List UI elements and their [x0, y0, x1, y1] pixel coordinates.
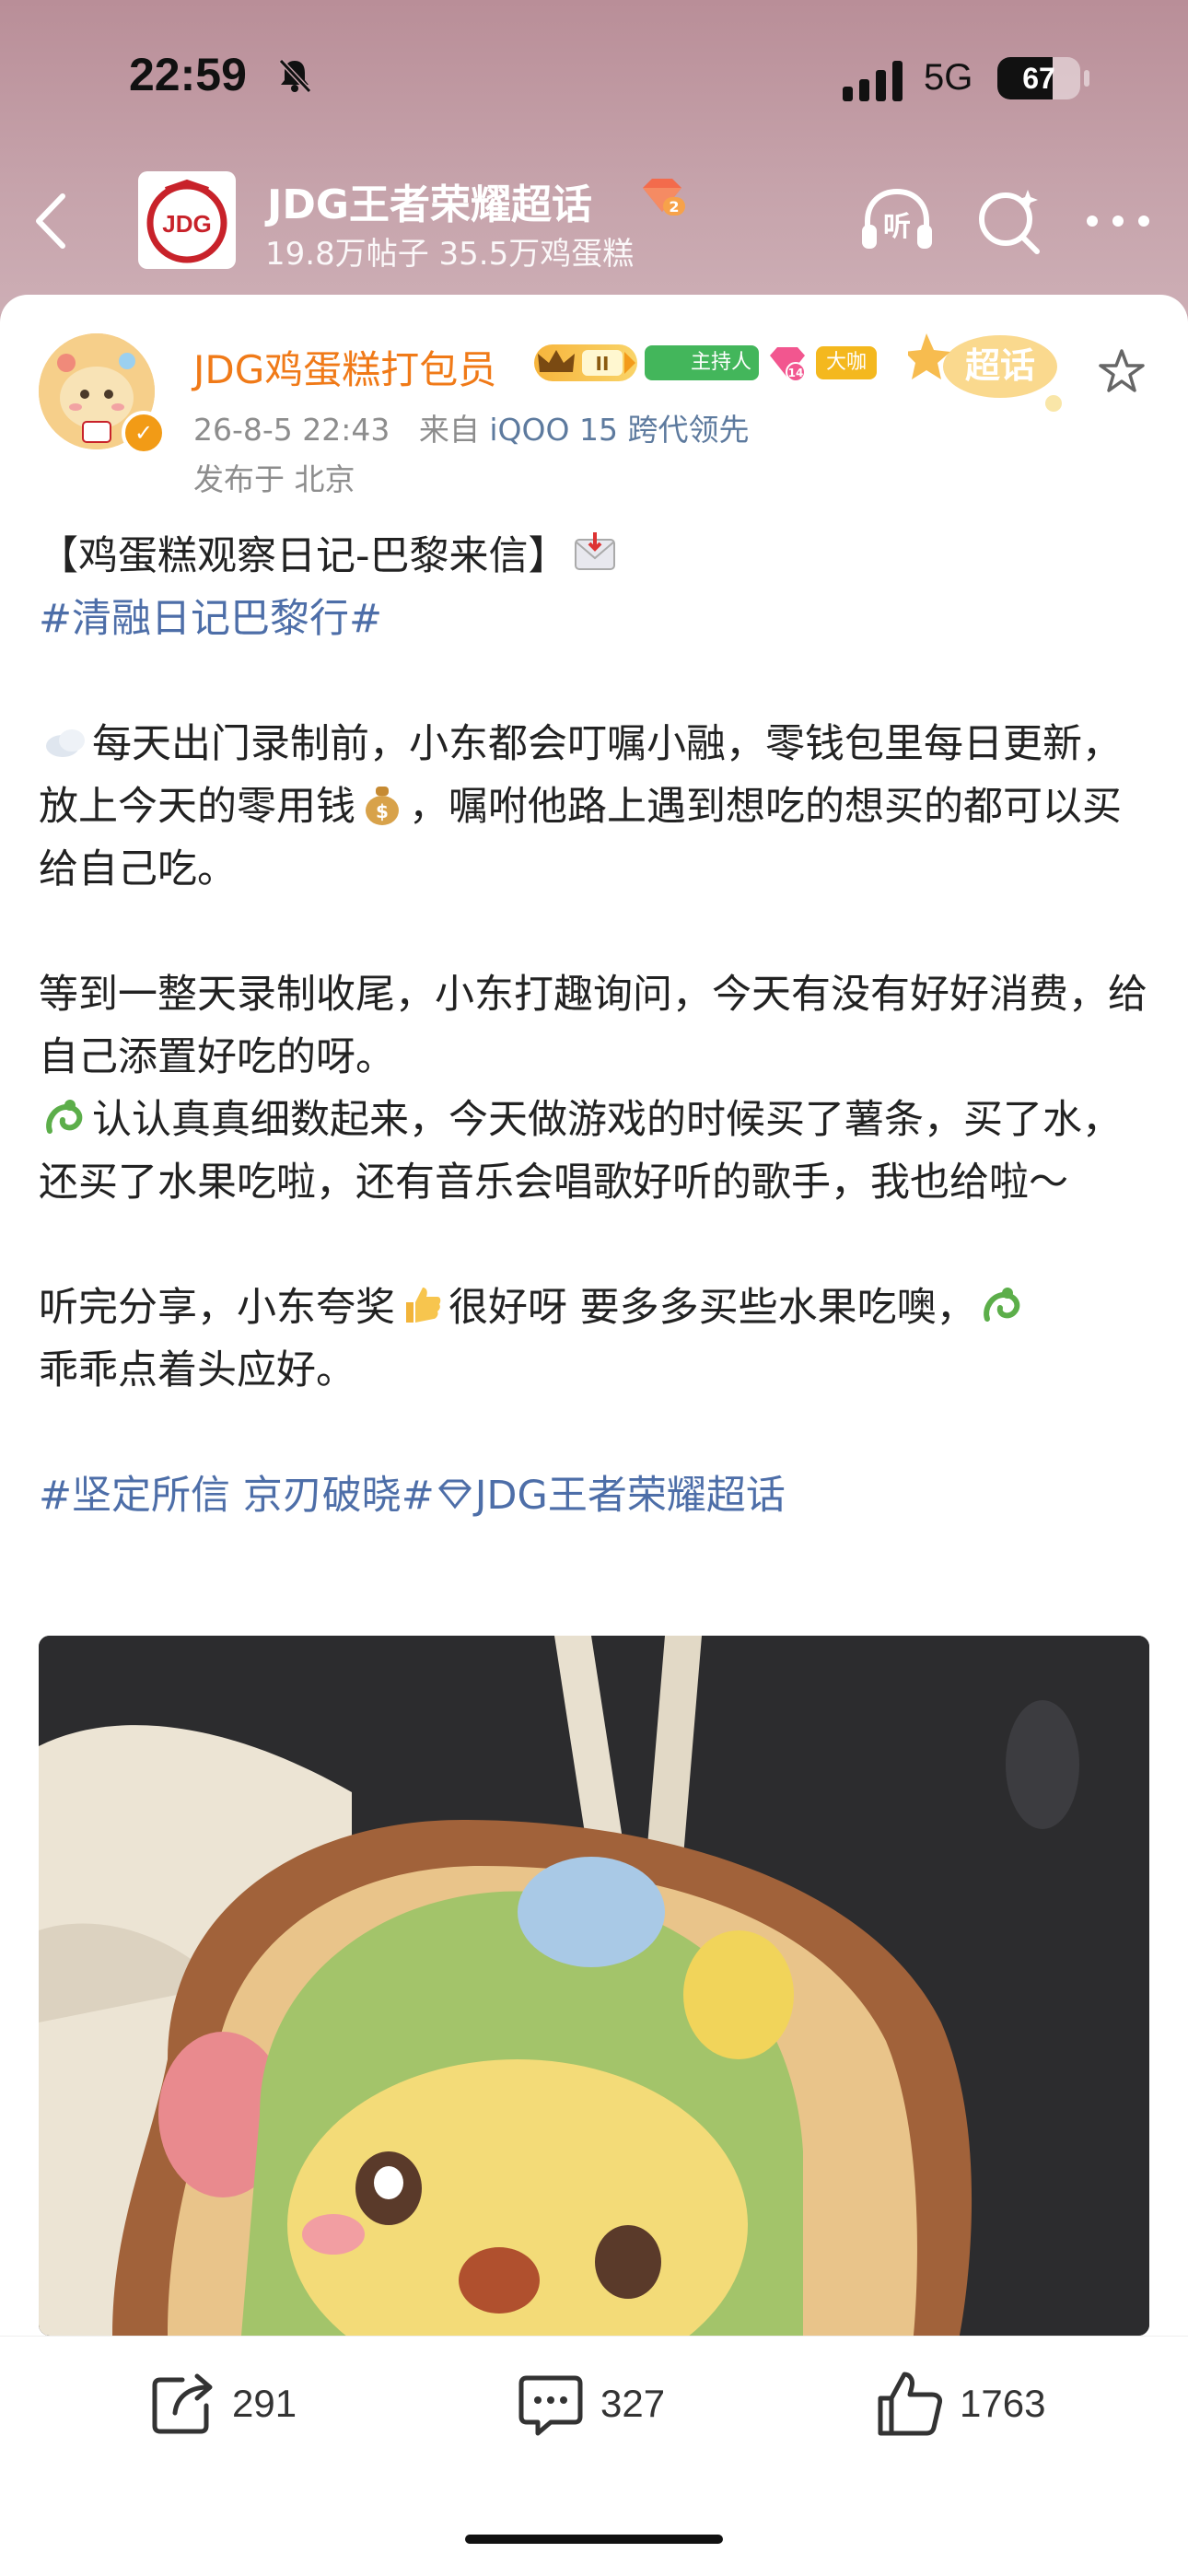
more-icon[interactable]	[1079, 182, 1157, 260]
verified-badge-icon: ✓	[122, 411, 166, 455]
cloud-icon	[46, 729, 85, 757]
paragraph-4c: 乖乖点着头应好。	[39, 1347, 355, 1393]
level-gem-icon: 2	[643, 179, 685, 216]
svg-text:II: II	[596, 353, 610, 375]
jdg-logo-icon: JDG	[146, 179, 227, 263]
chaohua-badge[interactable]: 超话	[904, 324, 1065, 416]
share-button[interactable]: 291	[147, 2367, 297, 2441]
topic-stats: 19.8万帖子 35.5万鸡蛋糕	[265, 236, 635, 273]
post-title-line: 【鸡蛋糕观察日记-巴黎来信】	[39, 525, 1153, 588]
svg-text:14: 14	[788, 367, 804, 379]
gem-level-badge-icon[interactable]: 14	[766, 344, 809, 381]
comment-button[interactable]: 327	[516, 2367, 665, 2441]
post-title: 【鸡蛋糕观察日记-巴黎来信】	[39, 533, 568, 579]
hashtag-jianding[interactable]: #坚定所信 京刃破晓#	[39, 1473, 435, 1519]
paragraph-4a: 听完分享，小东夸奖	[39, 1285, 395, 1331]
svg-text:听: 听	[883, 211, 911, 243]
battery-level: 67	[1022, 62, 1055, 95]
envelope-icon	[574, 532, 615, 570]
battery-nub	[1084, 70, 1089, 87]
search-icon[interactable]	[971, 182, 1048, 260]
bell-off-icon	[278, 58, 312, 94]
paragraph-2: 等到一整天录制收尾，小东打趣询问，今天有没有好好消费，给自己添置好吃的呀。	[39, 972, 1147, 1080]
host-badge[interactable]: 主持人	[645, 345, 759, 380]
favorite-star-icon[interactable]	[1096, 346, 1147, 398]
supertopic-logo[interactable]: JDG	[138, 171, 236, 269]
home-indicator[interactable]	[465, 2535, 723, 2544]
logo-text: JDG	[162, 210, 211, 238]
dragon-icon	[46, 1100, 83, 1134]
thumbs-up-outline-icon	[878, 2372, 942, 2436]
comment-count: 327	[600, 2382, 666, 2425]
money-bag-icon: $	[366, 787, 399, 825]
post-meta: 26-8-5 22:43 来自 iQOO 15 跨代领先	[193, 405, 749, 449]
network-label: 5G	[924, 57, 973, 98]
share-icon	[152, 2373, 213, 2434]
author-name[interactable]: JDG鸡蛋糕打包员	[193, 339, 496, 395]
big-shot-badge[interactable]: 大咖	[816, 346, 877, 379]
chaohua-badge-icon: 超话	[904, 333, 1062, 412]
svg-text:$: $	[376, 800, 389, 822]
source-prefix: 来自	[418, 412, 480, 448]
thumbs-up-icon	[406, 1288, 441, 1323]
status-bar: 22:59 5G 67	[0, 0, 1188, 157]
plush-photo-image	[39, 1636, 1149, 2336]
post-device[interactable]: iQOO 15 跨代领先	[489, 412, 749, 448]
status-time: 22:59	[129, 49, 247, 100]
signal-icon	[843, 61, 903, 101]
like-count: 1763	[960, 2382, 1046, 2425]
back-icon[interactable]	[28, 189, 74, 253]
topic-link[interactable]: JDG王者荣耀超话	[435, 1473, 786, 1519]
author-badges: II 主持人 14 大咖	[534, 343, 877, 383]
svg-text:超话: 超话	[965, 345, 1035, 386]
dragon-icon-2	[983, 1288, 1019, 1322]
post-body: 【鸡蛋糕观察日记-巴黎来信】 #清融日记巴黎行# 每天出门录制前，小东都会叮嘱小…	[39, 525, 1153, 1527]
host-badge-label: 主持人	[690, 351, 751, 374]
diamond-icon	[437, 1479, 472, 1509]
svg-text:2: 2	[669, 198, 679, 216]
post-location: 发布于 北京	[193, 461, 355, 497]
hashtag-qingrong[interactable]: #清融日记巴黎行#	[39, 596, 382, 642]
comment-icon	[518, 2375, 583, 2436]
like-button[interactable]: 1763	[875, 2367, 1045, 2441]
post-time: 26-8-5 22:43	[193, 412, 390, 448]
crown-icon: II	[538, 350, 635, 376]
paragraph-3: 认认真真细数起来，今天做游戏的时候买了薯条，买了水，还买了水果吃啦，还有音乐会唱…	[39, 1097, 1122, 1206]
topic-link-label[interactable]: JDG王者荣耀超话	[475, 1473, 786, 1519]
post-photo[interactable]	[39, 1636, 1149, 2336]
battery-icon: 67	[997, 57, 1089, 99]
share-count: 291	[232, 2382, 297, 2425]
crown-badge[interactable]: II	[534, 344, 637, 381]
page-title: JDG王者荣耀超话	[267, 181, 593, 228]
listen-icon[interactable]: 听	[858, 182, 936, 260]
paragraph-4b: 很好呀 要多多买些水果吃噢，	[448, 1285, 976, 1331]
